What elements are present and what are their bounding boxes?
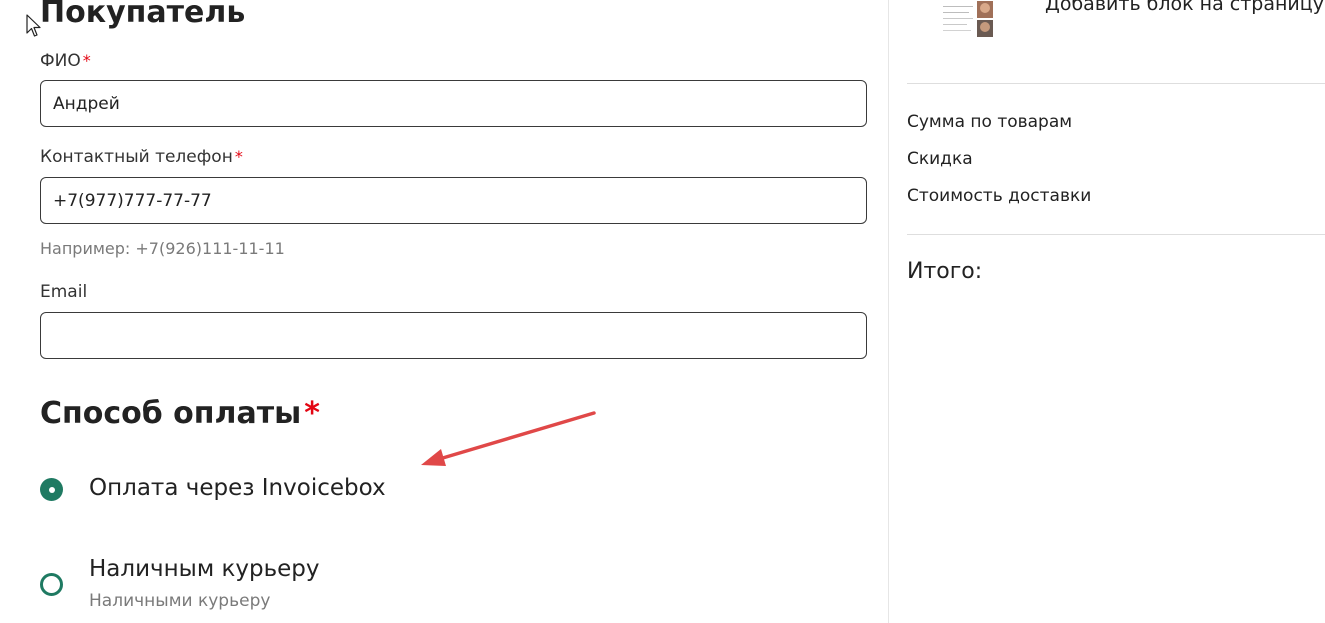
summary-divider [907,83,1325,84]
summary-total-label: Итого: [907,259,983,284]
payment-option-description: Наличными курьеру [89,591,271,611]
add-block-link[interactable]: Добавить блок на страницу [1045,0,1324,16]
radio-checked-icon[interactable] [40,478,63,501]
summary-divider [907,234,1325,235]
payment-option-invoicebox[interactable]: Оплата через Invoicebox [40,472,740,506]
name-field-label-text: ФИО [40,51,81,71]
checkout-page: Покупатель ФИО* Контактный телефон* Напр… [0,0,1325,623]
radio-unchecked-icon[interactable] [40,573,63,596]
required-mark: * [82,51,91,70]
page-thumbnail-image [941,0,995,38]
required-mark: * [234,147,243,166]
phone-field-hint: Например: +7(926)111-11-11 [40,239,285,258]
payment-option-label: Оплата через Invoicebox [89,475,386,501]
phone-field-label: Контактный телефон * [40,146,243,168]
summary-row-items-total: Сумма по товарам [907,112,1073,132]
payment-option-courier-cash[interactable]: Наличным курьеру Наличными курьеру [40,553,740,615]
summary-row-discount: Скидка [907,149,973,169]
column-divider [888,0,889,623]
payment-option-label: Наличным курьеру [89,556,320,582]
buyer-section-title-text: Покупатель [40,0,246,30]
buyer-section-title: Покупатель [40,0,245,30]
phone-field-label-text: Контактный телефон [40,147,233,167]
required-mark: * [304,396,320,431]
payment-section-title: Способ оплаты * [40,397,320,431]
email-field-label: Email [40,282,88,302]
name-field-label: ФИО * [40,50,91,72]
email-field[interactable] [40,312,867,359]
phone-field[interactable] [40,177,867,224]
name-field[interactable] [40,80,867,127]
payment-section-title-text: Способ оплаты [40,396,302,431]
summary-row-delivery-cost: Стоимость доставки [907,186,1092,206]
